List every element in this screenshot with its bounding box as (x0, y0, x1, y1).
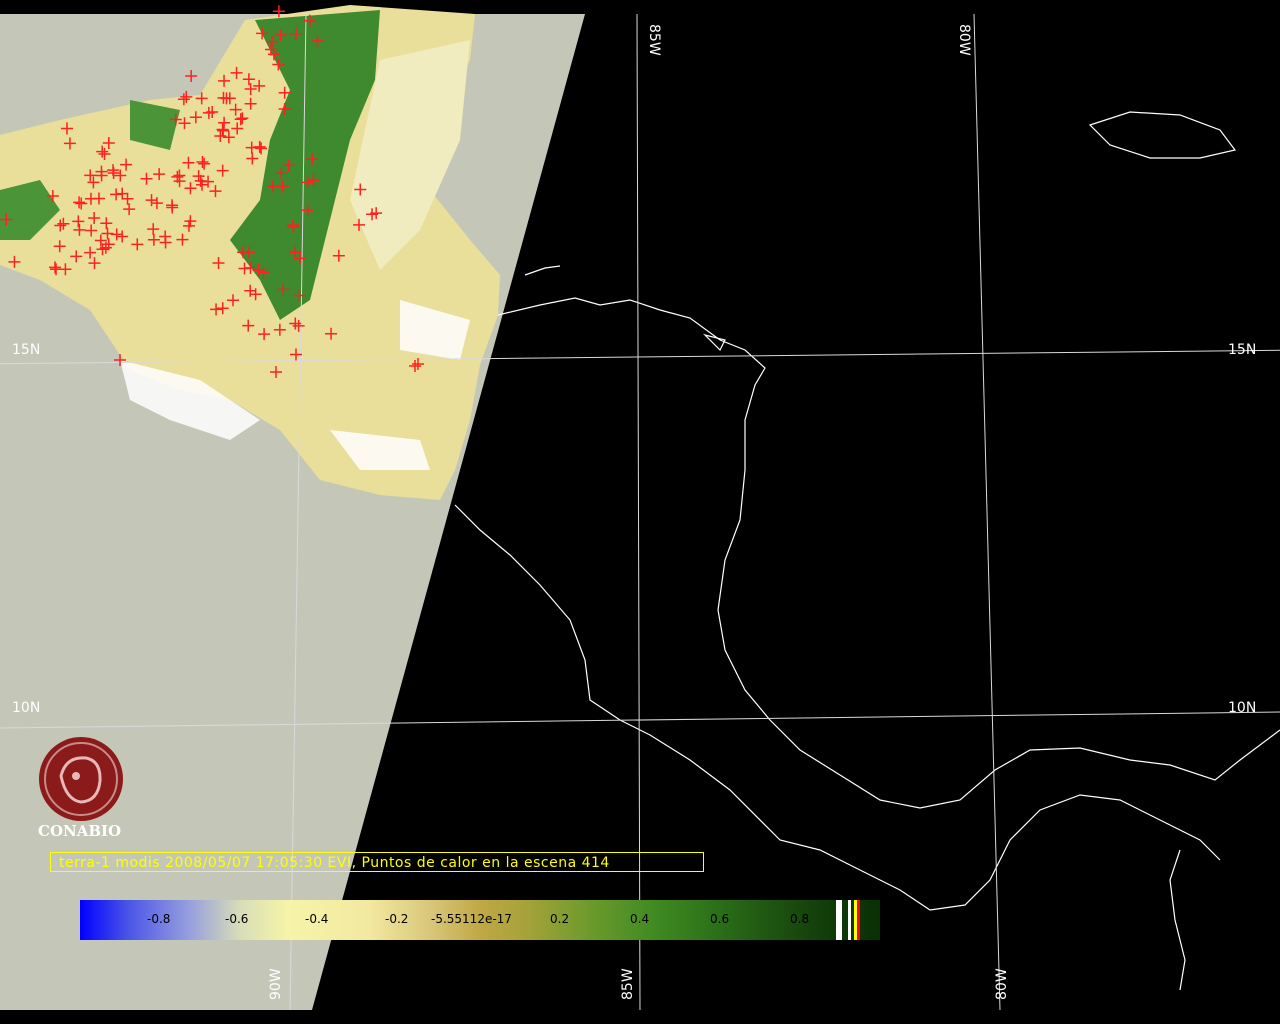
scene-caption: terra-1 modis 2008/05/07 17:05:30 EVI, P… (50, 852, 704, 872)
colorbar-class-white-2 (848, 900, 851, 940)
colorbar-tick: -0.8 (147, 912, 171, 926)
conabio-logo-text: CONABIO (38, 822, 122, 840)
lat-label-15n-right: 15N (1228, 342, 1257, 358)
colorbar-tick: 0.6 (710, 912, 730, 926)
colorbar-tick: 0.8 (790, 912, 810, 926)
evi-colorbar: -0.8 -0.6 -0.4 -0.2 -5.55112e-17 0.2 0.4… (80, 900, 880, 940)
lon-label-80w-bottom: 80W (994, 968, 1010, 1000)
lon-label-85w-top: 85W (646, 24, 662, 56)
lon-label-90w-bottom: 90W (268, 968, 284, 1000)
lat-label-10n-right: 10N (1228, 700, 1257, 716)
colorbar-class-red (857, 900, 860, 940)
colorbar-tick: -5.55112e-17 (431, 912, 512, 926)
colorbar-tick: -0.4 (305, 912, 329, 926)
lon-label-80w-top: 80W (956, 24, 972, 56)
colorbar-tick: -0.2 (385, 912, 409, 926)
colorbar-tick: 0.2 (550, 912, 570, 926)
lat-label-10n-left: 10N (12, 700, 41, 716)
lat-label-15n-left: 15N (12, 342, 41, 358)
conabio-logo-icon (39, 737, 123, 821)
lon-label-85w-bottom: 85W (620, 968, 636, 1000)
colorbar-tick: -0.6 (225, 912, 249, 926)
colorbar-tick: 0.4 (630, 912, 650, 926)
colorbar-class-white (836, 900, 842, 940)
